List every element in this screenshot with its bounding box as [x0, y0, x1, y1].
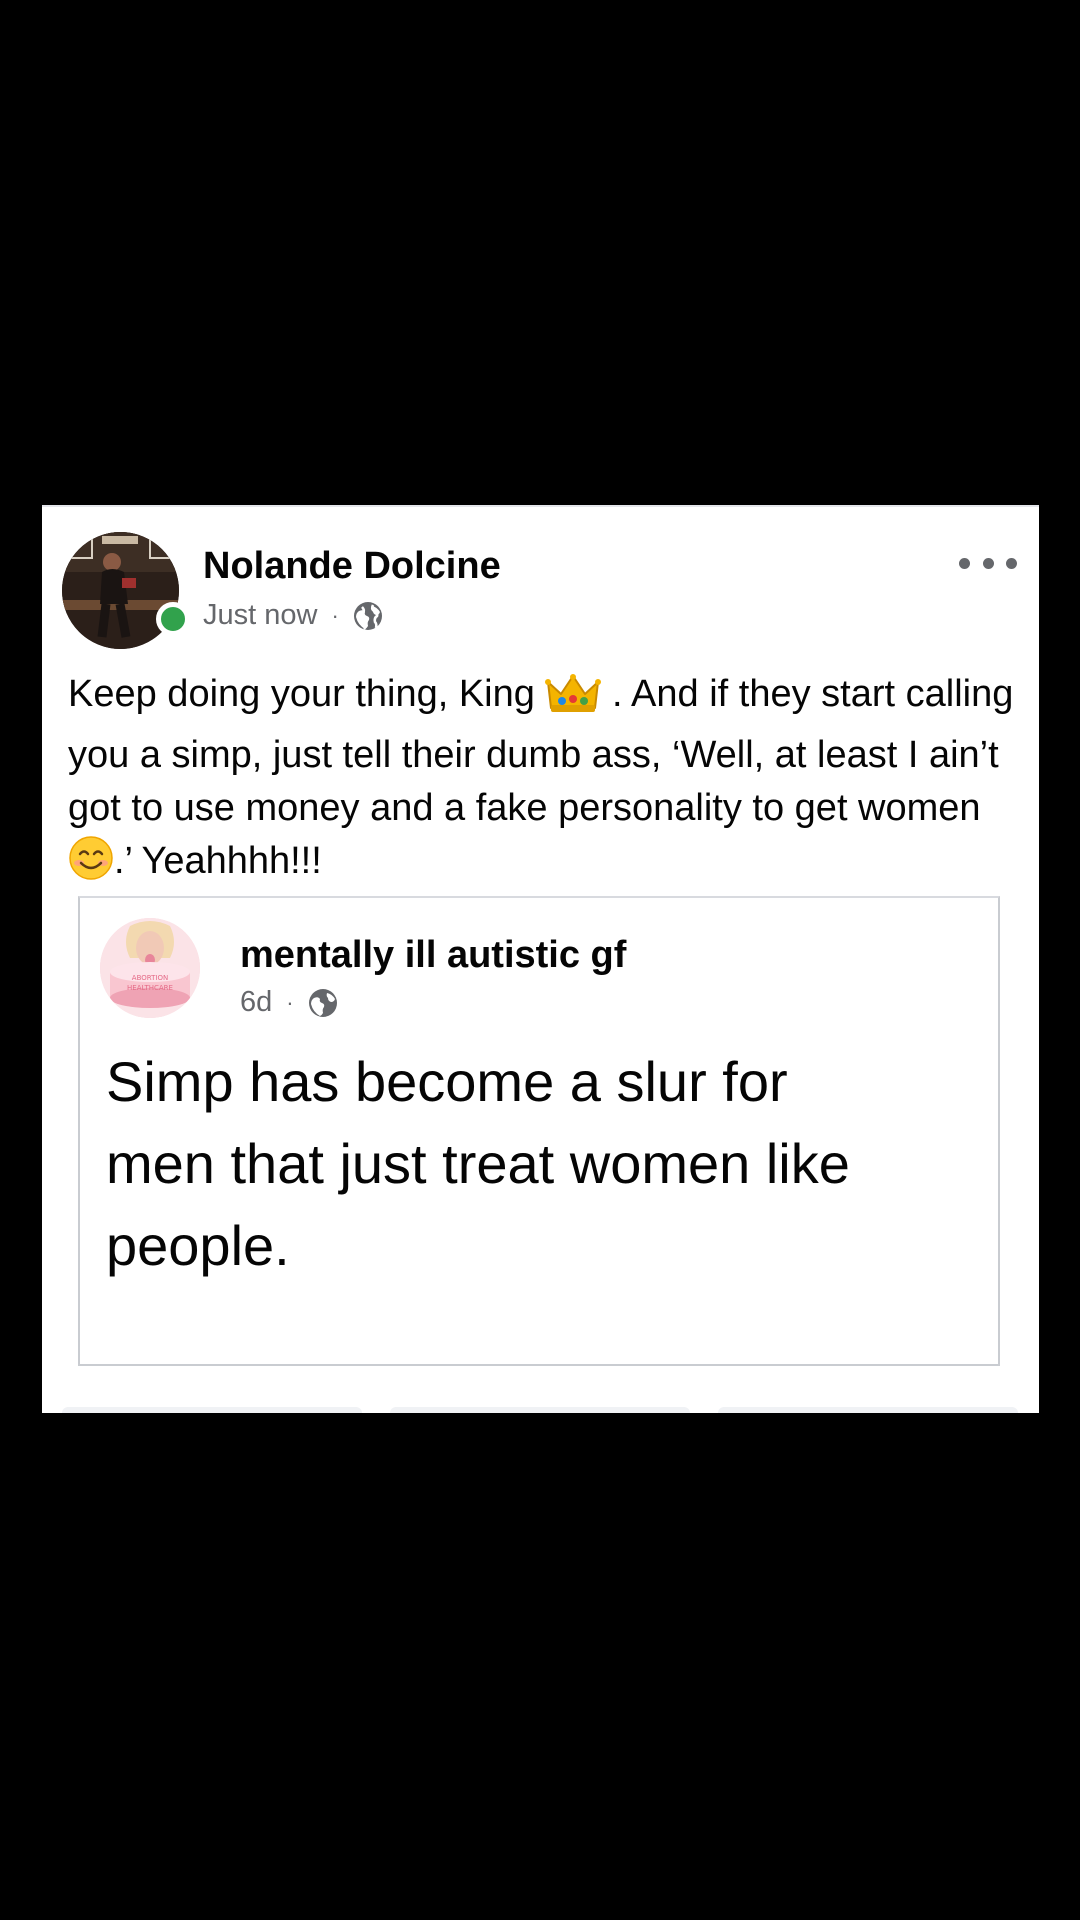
- more-options-icon-dot: [982, 557, 994, 569]
- svg-text:HEALTHCARE: HEALTHCARE: [127, 984, 173, 992]
- post-card: Nolande Dolcine Just now · Keep doing yo…: [42, 505, 1039, 1413]
- shared-post[interactable]: ABORTION HEALTHCARE mentally ill autisti…: [78, 896, 1000, 1366]
- shared-post-meta: 6d ·: [240, 986, 338, 1019]
- post-timestamp[interactable]: Just now: [203, 599, 317, 632]
- shared-post-text: Simp has become a slur for men that just…: [106, 1050, 850, 1277]
- share-button[interactable]: [718, 1407, 1018, 1413]
- post-text-part1: Keep doing your thing, King: [68, 673, 535, 715]
- crown-emoji: [545, 674, 602, 729]
- post-meta: Just now ·: [203, 599, 383, 632]
- like-button[interactable]: [62, 1407, 362, 1413]
- svg-text:ABORTION: ABORTION: [132, 974, 168, 982]
- shared-post-timestamp[interactable]: 6d: [240, 986, 272, 1019]
- shared-author-name[interactable]: mentally ill autistic gf: [240, 934, 626, 977]
- meta-separator: ·: [331, 602, 339, 628]
- comment-button[interactable]: [390, 1407, 690, 1413]
- more-options-icon-dot: [1006, 557, 1017, 569]
- action-bar: [42, 1407, 1039, 1413]
- post-text-part3: .’ Yeahhhh!!!: [114, 840, 322, 882]
- post-text: Keep doing your thing, King . And if the…: [68, 668, 1018, 896]
- globe-icon[interactable]: [353, 601, 383, 631]
- post-author-name[interactable]: Nolande Dolcine: [203, 545, 501, 588]
- more-options-icon: [959, 557, 970, 569]
- globe-icon[interactable]: [308, 988, 338, 1018]
- smiling-face-emoji: [68, 835, 114, 896]
- shared-author-avatar[interactable]: ABORTION HEALTHCARE: [100, 918, 200, 1018]
- online-status-dot: [156, 602, 190, 636]
- more-options-button[interactable]: [959, 551, 1017, 575]
- meta-separator: ·: [286, 989, 294, 1015]
